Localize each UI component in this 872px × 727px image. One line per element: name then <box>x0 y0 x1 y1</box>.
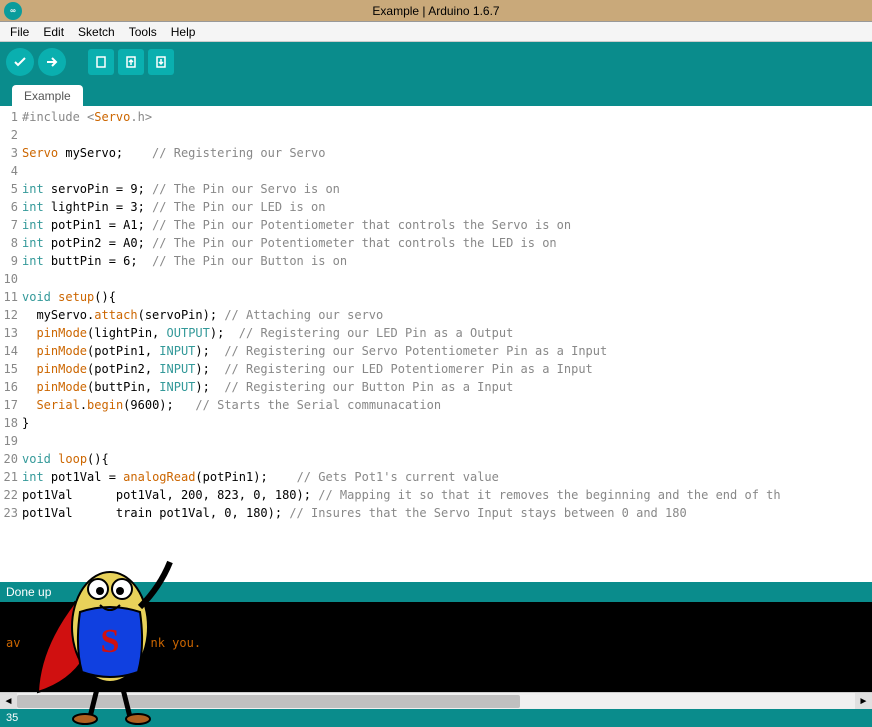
window-title: Example | Arduino 1.6.7 <box>372 4 499 18</box>
status-text: Done up <box>6 585 51 599</box>
arduino-logo-icon: ∞ <box>4 2 22 20</box>
line-number: 15 <box>0 360 18 378</box>
code-line[interactable]: Serial.begin(9600); // Starts the Serial… <box>22 396 872 414</box>
line-number: 5 <box>0 180 18 198</box>
horizontal-scrollbar[interactable]: ◄ ► <box>0 692 872 709</box>
line-number: 16 <box>0 378 18 396</box>
line-number: 10 <box>0 270 18 288</box>
console-line <box>6 651 866 666</box>
code-line[interactable]: int buttPin = 6; // The Pin our Button i… <box>22 252 872 270</box>
line-number: 18 <box>0 414 18 432</box>
code-line[interactable]: int pot1Val = analogRead(potPin1); // Ge… <box>22 468 872 486</box>
line-number: 1 <box>0 108 18 126</box>
line-number: 6 <box>0 198 18 216</box>
tabbar: Example <box>0 82 872 106</box>
code-line[interactable]: void loop(){ <box>22 450 872 468</box>
verify-button[interactable] <box>6 48 34 76</box>
line-number: 3 <box>0 144 18 162</box>
line-number: 14 <box>0 342 18 360</box>
line-number: 2 <box>0 126 18 144</box>
code-line[interactable]: #include <Servo.h> <box>22 108 872 126</box>
code-line[interactable]: pot1Val pot1Val, 200, 823, 0, 180); // M… <box>22 486 872 504</box>
console-line <box>6 606 866 621</box>
console-output[interactable]: av nk you. <box>0 602 872 692</box>
code-line[interactable]: pinMode(buttPin, INPUT); // Registering … <box>22 378 872 396</box>
line-number: 9 <box>0 252 18 270</box>
menu-sketch[interactable]: Sketch <box>72 23 121 41</box>
toolbar <box>0 42 872 82</box>
code-line[interactable] <box>22 270 872 288</box>
code-line[interactable]: int lightPin = 3; // The Pin our LED is … <box>22 198 872 216</box>
code-line[interactable] <box>22 162 872 180</box>
line-number: 12 <box>0 306 18 324</box>
code-line[interactable]: Servo myServo; // Registering our Servo <box>22 144 872 162</box>
check-icon <box>13 55 27 69</box>
code-line[interactable]: pinMode(lightPin, OUTPUT); // Registerin… <box>22 324 872 342</box>
line-number: 19 <box>0 432 18 450</box>
status-bar: Done up <box>0 582 872 602</box>
line-number: 20 <box>0 450 18 468</box>
menubar: File Edit Sketch Tools Help <box>0 22 872 42</box>
scroll-right-button[interactable]: ► <box>855 693 872 710</box>
scroll-thumb[interactable] <box>17 695 520 708</box>
code-line[interactable]: pinMode(potPin1, INPUT); // Registering … <box>22 342 872 360</box>
code-line[interactable]: int servoPin = 9; // The Pin our Servo i… <box>22 180 872 198</box>
menu-file[interactable]: File <box>4 23 35 41</box>
line-number: 22 <box>0 486 18 504</box>
code-line[interactable] <box>22 126 872 144</box>
menu-tools[interactable]: Tools <box>123 23 163 41</box>
code-line[interactable]: void setup(){ <box>22 288 872 306</box>
arrow-down-icon <box>154 55 168 69</box>
scroll-track[interactable] <box>17 693 855 710</box>
line-number: 17 <box>0 396 18 414</box>
footer-bar: 35 <box>0 709 872 727</box>
code-line[interactable]: } <box>22 414 872 432</box>
arrow-up-icon <box>124 55 138 69</box>
line-number: 35 <box>6 712 18 724</box>
titlebar: ∞ Example | Arduino 1.6.7 <box>0 0 872 22</box>
code-editor[interactable]: 1234567891011121314151617181920212223 #i… <box>0 106 872 582</box>
code-line[interactable]: int potPin1 = A1; // The Pin our Potenti… <box>22 216 872 234</box>
console-line <box>6 621 866 636</box>
code-line[interactable]: pinMode(potPin2, INPUT); // Registering … <box>22 360 872 378</box>
console-line: av nk you. <box>6 636 866 651</box>
line-number: 8 <box>0 234 18 252</box>
file-icon <box>94 55 108 69</box>
arrow-right-icon <box>45 55 59 69</box>
open-button[interactable] <box>118 49 144 75</box>
save-button[interactable] <box>148 49 174 75</box>
line-number: 21 <box>0 468 18 486</box>
code-line[interactable] <box>22 432 872 450</box>
new-button[interactable] <box>88 49 114 75</box>
menu-edit[interactable]: Edit <box>37 23 70 41</box>
line-number: 7 <box>0 216 18 234</box>
line-number: 4 <box>0 162 18 180</box>
upload-button[interactable] <box>38 48 66 76</box>
line-number: 11 <box>0 288 18 306</box>
code-line[interactable]: int potPin2 = A0; // The Pin our Potenti… <box>22 234 872 252</box>
menu-help[interactable]: Help <box>165 23 202 41</box>
line-number: 13 <box>0 324 18 342</box>
line-gutter: 1234567891011121314151617181920212223 <box>0 106 22 582</box>
code-area[interactable]: #include <Servo.h> Servo myServo; // Reg… <box>22 106 872 582</box>
line-number: 23 <box>0 504 18 522</box>
scroll-left-button[interactable]: ◄ <box>0 693 17 710</box>
code-line[interactable]: pot1Val train pot1Val, 0, 180); // Insur… <box>22 504 872 522</box>
tab-example[interactable]: Example <box>12 85 83 106</box>
code-line[interactable]: myServo.attach(servoPin); // Attaching o… <box>22 306 872 324</box>
